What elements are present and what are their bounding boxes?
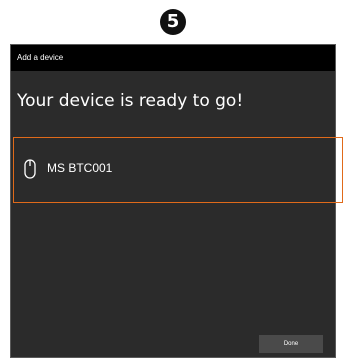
add-device-window: Add a device Your device is ready to go!… bbox=[10, 44, 343, 358]
mouse-icon bbox=[24, 159, 36, 179]
device-list-item[interactable]: MS BTC001 bbox=[13, 137, 343, 203]
device-name: MS BTC001 bbox=[47, 161, 113, 175]
window-title: Add a device bbox=[17, 53, 64, 62]
step-number-badge: 5 bbox=[160, 9, 186, 35]
window-titlebar: Add a device bbox=[11, 45, 335, 71]
page-heading: Your device is ready to go! bbox=[17, 91, 244, 111]
done-button[interactable]: Done bbox=[259, 335, 323, 353]
